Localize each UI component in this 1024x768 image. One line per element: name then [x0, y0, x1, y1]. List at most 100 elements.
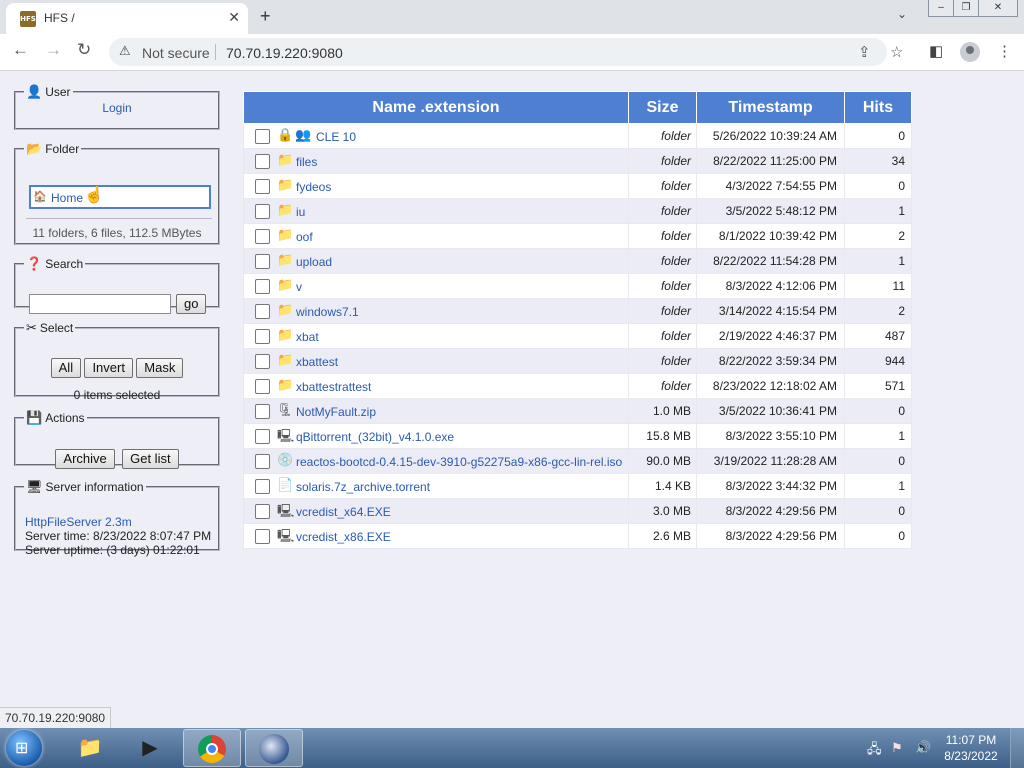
- file-name-link[interactable]: qBittorrent_(32bit)_v4.1.0.exe: [296, 430, 454, 444]
- url-text[interactable]: 70.70.19.220:9080: [226, 45, 343, 61]
- server-time: Server time: 8/23/2022 8:07:47 PM: [25, 529, 212, 543]
- row-checkbox[interactable]: [255, 404, 270, 419]
- row-checkbox[interactable]: [255, 229, 270, 244]
- address-bar[interactable]: ⚠ Not secure 70.70.19.220:9080 ⇪ ☆: [109, 38, 903, 66]
- hits-cell: 0: [844, 173, 912, 199]
- row-checkbox[interactable]: [255, 204, 270, 219]
- volume-tray-icon[interactable]: 🔊: [915, 740, 931, 756]
- home-link-box[interactable]: 🏠 Home ☝: [29, 185, 211, 209]
- row-checkbox[interactable]: [255, 254, 270, 269]
- file-name-link[interactable]: xbat: [296, 330, 319, 344]
- name-cell: 📄 solaris.7z_archive.torrent: [243, 473, 629, 499]
- start-button[interactable]: ⊞: [6, 730, 42, 766]
- restore-icon[interactable]: ❐: [953, 0, 979, 17]
- table-row[interactable]: 📁 xbattestrattest folder 8/23/2022 12:18:02…: [243, 373, 912, 399]
- table-row[interactable]: 🖳 qBittorrent_(32bit)_v4.1.0.exe 15.8 MB 8/…: [243, 423, 912, 449]
- get-list-button[interactable]: Get list: [122, 449, 179, 469]
- row-checkbox[interactable]: [255, 304, 270, 319]
- file-name-link[interactable]: CLE 10: [316, 130, 356, 144]
- side-panel-icon[interactable]: ◧: [929, 42, 943, 60]
- browser-tab[interactable]: HFS HFS / ✕: [6, 3, 248, 34]
- chrome-taskbar-icon[interactable]: [183, 729, 241, 767]
- profile-avatar-icon[interactable]: [960, 42, 980, 62]
- table-row[interactable]: 📁 xbat folder 2/19/2022 4:46:37 PM 487: [243, 323, 912, 349]
- media-player-taskbar-icon[interactable]: ▶: [121, 729, 179, 767]
- file-name-link[interactable]: files: [296, 155, 317, 169]
- table-row[interactable]: 📁 xbattest folder 8/22/2022 3:59:34 PM 944: [243, 348, 912, 374]
- row-checkbox[interactable]: [255, 454, 270, 469]
- home-link[interactable]: Home: [51, 191, 83, 205]
- table-row[interactable]: 📁 fydeos folder 4/3/2022 7:54:55 PM 0: [243, 173, 912, 199]
- search-go-button[interactable]: go: [176, 294, 207, 314]
- share-icon[interactable]: ⇪: [858, 43, 871, 61]
- file-name-link[interactable]: vcredist_x86.EXE: [296, 530, 391, 544]
- table-row[interactable]: 📁 v folder 8/3/2022 4:12:06 PM 11: [243, 273, 912, 299]
- table-row[interactable]: 📁 files folder 8/22/2022 11:25:00 PM 34: [243, 148, 912, 174]
- table-row[interactable]: 📁 oof folder 8/1/2022 10:39:42 PM 2: [243, 223, 912, 249]
- row-checkbox[interactable]: [255, 504, 270, 519]
- window-close-icon[interactable]: ✕: [978, 0, 1018, 17]
- size-column-header[interactable]: Size: [628, 91, 697, 124]
- size-cell: 1.4 KB: [628, 473, 697, 499]
- file-name-link[interactable]: xbattestrattest: [296, 380, 371, 394]
- row-checkbox[interactable]: [255, 154, 270, 169]
- table-row[interactable]: 🖳 vcredist_x64.EXE 3.0 MB 8/3/2022 4:29:56 …: [243, 498, 912, 524]
- new-tab-icon[interactable]: +: [260, 6, 271, 27]
- hits-column-header[interactable]: Hits: [844, 91, 912, 124]
- show-desktop-button[interactable]: [1010, 728, 1024, 768]
- file-name-link[interactable]: windows7.1: [296, 305, 359, 319]
- hfs-version-link[interactable]: HttpFileServer 2.3m: [25, 515, 132, 529]
- file-name-link[interactable]: xbattest: [296, 355, 338, 369]
- table-row[interactable]: 📄 solaris.7z_archive.torrent 1.4 KB 8/3/202…: [243, 473, 912, 499]
- row-checkbox[interactable]: [255, 479, 270, 494]
- tab-close-icon[interactable]: ✕: [228, 9, 240, 26]
- file-name-link[interactable]: v: [296, 280, 302, 294]
- name-column-header[interactable]: Name .extension: [243, 91, 629, 124]
- table-row[interactable]: 🖳 vcredist_x86.EXE 2.6 MB 8/3/2022 4:29:56 …: [243, 523, 912, 549]
- file-name-link[interactable]: iu: [296, 205, 305, 219]
- row-checkbox[interactable]: [255, 329, 270, 344]
- explorer-taskbar-icon[interactable]: 📁: [61, 729, 119, 767]
- hfs-taskbar-icon[interactable]: [245, 729, 303, 767]
- file-name-link[interactable]: upload: [296, 255, 332, 269]
- archive-button[interactable]: Archive: [55, 449, 115, 469]
- file-name-link[interactable]: reactos-bootcd-0.4.15-dev-3910-g52275a9-…: [296, 455, 622, 469]
- reload-icon[interactable]: ↻: [77, 40, 91, 60]
- row-checkbox[interactable]: [255, 379, 270, 394]
- search-input[interactable]: [29, 294, 171, 314]
- select-all-button[interactable]: All: [50, 358, 82, 378]
- row-checkbox[interactable]: [255, 429, 270, 444]
- table-row[interactable]: 💿 reactos-bootcd-0.4.15-dev-3910-g52275a9…: [243, 448, 912, 474]
- row-checkbox[interactable]: [255, 279, 270, 294]
- row-checkbox[interactable]: [255, 354, 270, 369]
- tab-search-chevron-icon[interactable]: ⌄: [897, 7, 907, 21]
- taskbar-clock[interactable]: 11:07 PM 8/23/2022: [940, 732, 1002, 764]
- back-icon[interactable]: ←: [12, 40, 29, 60]
- file-name-link[interactable]: solaris.7z_archive.torrent: [296, 480, 430, 494]
- row-checkbox[interactable]: [255, 179, 270, 194]
- forward-icon[interactable]: →: [45, 40, 62, 60]
- table-row[interactable]: 📁 upload folder 8/22/2022 11:54:28 PM 1: [243, 248, 912, 274]
- file-name-link[interactable]: NotMyFault.zip: [296, 405, 376, 419]
- table-row[interactable]: 📁 windows7.1 folder 3/14/2022 4:15:54 PM 2: [243, 298, 912, 324]
- mask-button[interactable]: Mask: [136, 358, 184, 378]
- table-row[interactable]: 🗜 NotMyFault.zip 1.0 MB 3/5/2022 10:36:41 P…: [243, 398, 912, 424]
- row-checkbox[interactable]: [255, 529, 270, 544]
- table-row[interactable]: 📁 iu folder 3/5/2022 5:48:12 PM 1: [243, 198, 912, 224]
- row-checkbox[interactable]: [255, 129, 270, 144]
- menu-kebab-icon[interactable]: ⋮: [997, 42, 1012, 60]
- warning-icon[interactable]: ⚠: [119, 43, 131, 59]
- minimize-icon[interactable]: –: [928, 0, 954, 17]
- file-name-link[interactable]: fydeos: [296, 180, 331, 194]
- network-tray-icon[interactable]: 🖧: [867, 740, 882, 762]
- bookmark-star-icon[interactable]: ☆: [890, 43, 903, 61]
- invert-button[interactable]: Invert: [84, 358, 133, 378]
- file-name-link[interactable]: vcredist_x64.EXE: [296, 505, 391, 519]
- file-name-link[interactable]: oof: [296, 230, 313, 244]
- login-link[interactable]: Login: [102, 101, 131, 115]
- action-center-tray-icon[interactable]: ⚑: [891, 740, 903, 756]
- timestamp-column-header[interactable]: Timestamp: [696, 91, 845, 124]
- folder-icon: 📁: [277, 352, 294, 367]
- not-secure-label[interactable]: Not secure: [142, 45, 210, 61]
- table-row[interactable]: 🔒 👥 CLE 10 folder 5/26/2022 10:39:24 AM 0: [243, 123, 912, 149]
